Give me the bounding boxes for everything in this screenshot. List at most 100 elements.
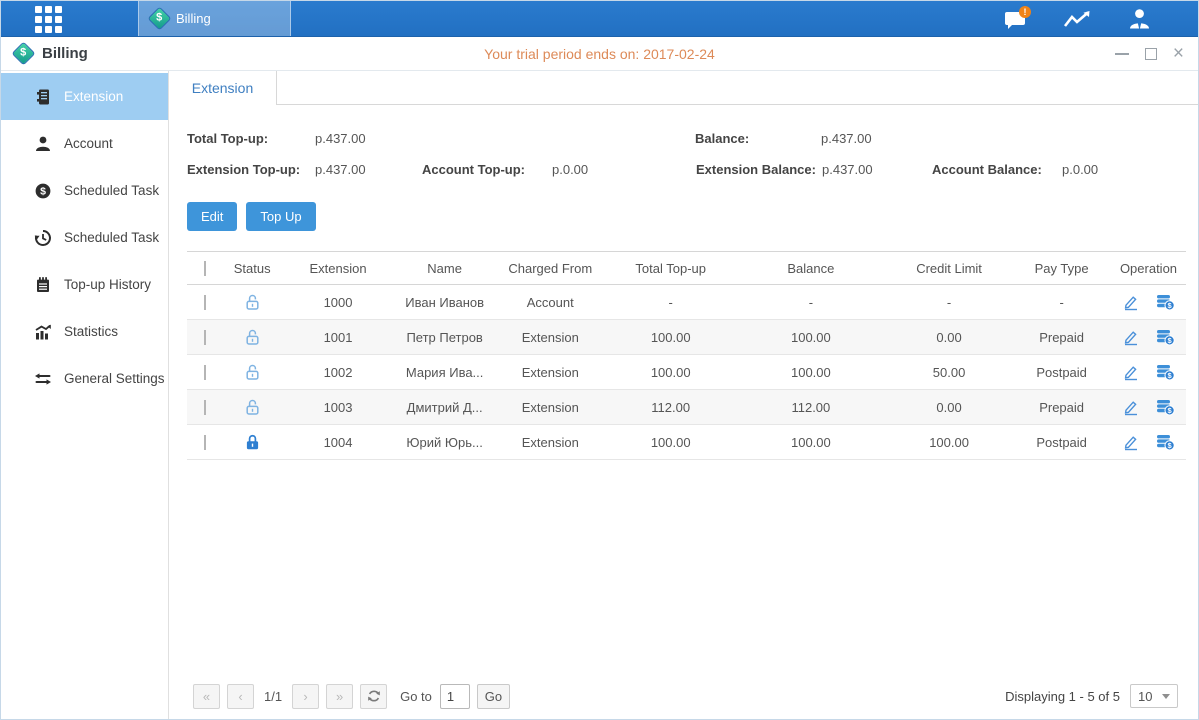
- column-header-total-topup: Total Top-up: [606, 261, 736, 276]
- column-header-name: Name: [394, 261, 495, 276]
- sidebar-item-extension[interactable]: Extension: [1, 73, 168, 120]
- user-account-icon[interactable]: [1127, 7, 1152, 31]
- table-row: 1000Иван ИвановAccount----$: [187, 285, 1186, 320]
- edit-row-icon[interactable]: [1122, 293, 1140, 311]
- sidebar-item-label: Top-up History: [64, 277, 151, 292]
- balance-value: p.437.00: [821, 131, 872, 146]
- sidebar: Extension Account $ Scheduled Task: [1, 71, 169, 719]
- page-size-select[interactable]: 10: [1130, 684, 1178, 708]
- sliders-icon: [34, 370, 52, 388]
- table-row: 1002Мария Ива...Extension100.00100.0050.…: [187, 355, 1186, 390]
- maximize-icon[interactable]: [1145, 48, 1157, 60]
- table-header-row: Status Extension Name Charged From Total…: [187, 252, 1186, 285]
- charged-from-cell: Extension: [495, 365, 606, 380]
- total-topup-cell: 112.00: [606, 400, 736, 415]
- charged-from-cell: Extension: [495, 435, 606, 450]
- row-checkbox[interactable]: [204, 365, 206, 380]
- name-cell: Дмитрий Д...: [394, 400, 495, 415]
- first-page-button[interactable]: «: [193, 684, 220, 709]
- sidebar-item-rate[interactable]: $ Scheduled Task: [1, 167, 168, 214]
- person-icon: [34, 135, 52, 153]
- status-cell: [223, 433, 282, 452]
- account-balance-label: Account Balance:: [932, 162, 1062, 177]
- billing-summary: Total Top-up: p.437.00 Balance: p.437.00…: [187, 123, 1186, 185]
- prev-page-button[interactable]: ‹: [227, 684, 254, 709]
- balance-label: Balance:: [695, 131, 821, 146]
- chevron-down-icon: [1162, 694, 1170, 699]
- dollar-circle-icon: $: [34, 182, 52, 200]
- operation-cell: $: [1111, 433, 1186, 451]
- window-title: Billing: [42, 45, 88, 62]
- row-checkbox[interactable]: [204, 330, 206, 345]
- notification-badge: !: [1019, 6, 1031, 18]
- select-all-checkbox[interactable]: [204, 261, 206, 276]
- tab-strip: Extension: [169, 71, 1198, 105]
- charged-from-cell: Extension: [495, 330, 606, 345]
- sidebar-item-scheduled-task[interactable]: Scheduled Task: [1, 214, 168, 261]
- top-up-row-icon[interactable]: $: [1155, 293, 1175, 311]
- go-button[interactable]: Go: [477, 684, 510, 709]
- extension-cell: 1000: [282, 295, 395, 310]
- operation-cell: $: [1111, 398, 1186, 416]
- account-topup-label: Account Top-up:: [422, 162, 552, 177]
- account-topup-value: p.0.00: [552, 162, 696, 177]
- app-grid-icon[interactable]: [35, 6, 62, 33]
- column-header-status: Status: [223, 261, 282, 276]
- lock-closed-icon: [243, 433, 262, 452]
- extension-cell: 1004: [282, 435, 395, 450]
- column-header-extension: Extension: [282, 261, 395, 276]
- close-icon[interactable]: ×: [1173, 47, 1184, 61]
- row-checkbox[interactable]: [204, 295, 206, 310]
- credit-limit-cell: 0.00: [886, 400, 1012, 415]
- total-topup-value: p.437.00: [315, 131, 695, 146]
- tab-extension[interactable]: Extension: [169, 71, 277, 105]
- edit-row-icon[interactable]: [1122, 363, 1140, 381]
- sidebar-item-label: Extension: [64, 89, 123, 104]
- top-up-row-icon[interactable]: $: [1155, 398, 1175, 416]
- refresh-button[interactable]: [360, 684, 387, 709]
- total-topup-cell: -: [606, 295, 736, 310]
- column-header-credit-limit: Credit Limit: [886, 261, 1012, 276]
- sidebar-item-label: Statistics: [64, 324, 118, 339]
- next-page-button[interactable]: ›: [292, 684, 319, 709]
- charged-from-cell: Account: [495, 295, 606, 310]
- credit-limit-cell: 50.00: [886, 365, 1012, 380]
- extension-cell: 1001: [282, 330, 395, 345]
- pay-type-cell: Prepaid: [1012, 330, 1111, 345]
- edit-row-icon[interactable]: [1122, 328, 1140, 346]
- extension-topup-label: Extension Top-up:: [187, 162, 315, 177]
- sidebar-item-account[interactable]: Account: [1, 120, 168, 167]
- top-up-button[interactable]: Top Up: [246, 202, 315, 231]
- svg-text:$: $: [40, 185, 46, 197]
- top-up-row-icon[interactable]: $: [1155, 363, 1175, 381]
- minimize-icon[interactable]: [1115, 53, 1129, 55]
- sidebar-item-general-settings[interactable]: General Settings: [1, 355, 168, 402]
- page-indicator: 1/1: [264, 689, 282, 704]
- notifications-icon[interactable]: !: [1005, 9, 1029, 28]
- extension-balance-value: p.437.00: [822, 162, 932, 177]
- billing-dollar-diamond-icon: $: [11, 41, 35, 65]
- edit-button[interactable]: Edit: [187, 202, 237, 231]
- sidebar-item-topup-history[interactable]: Top-up History: [1, 261, 168, 308]
- edit-row-icon[interactable]: [1122, 433, 1140, 451]
- lock-open-icon: [243, 398, 262, 417]
- column-header-operation: Operation: [1111, 261, 1186, 276]
- top-up-row-icon[interactable]: $: [1155, 433, 1175, 451]
- goto-page-input[interactable]: [440, 684, 470, 709]
- pay-type-cell: Postpaid: [1012, 365, 1111, 380]
- lock-open-icon: [243, 363, 262, 382]
- sidebar-item-statistics[interactable]: Statistics: [1, 308, 168, 355]
- resource-monitor-icon[interactable]: [1063, 8, 1093, 30]
- table-row: 1003Дмитрий Д...Extension112.00112.000.0…: [187, 390, 1186, 425]
- name-cell: Петр Петров: [394, 330, 495, 345]
- top-up-row-icon[interactable]: $: [1155, 328, 1175, 346]
- lock-open-icon: [243, 293, 262, 312]
- taskbar-tab-billing[interactable]: $ Billing: [138, 1, 291, 36]
- name-cell: Иван Иванов: [394, 295, 495, 310]
- pagination-bar: « ‹ 1/1 › » Go to Go: [187, 681, 1186, 711]
- last-page-button[interactable]: »: [326, 684, 353, 709]
- row-checkbox[interactable]: [204, 400, 206, 415]
- sidebar-item-label: General Settings: [64, 371, 165, 386]
- row-checkbox[interactable]: [204, 435, 206, 450]
- edit-row-icon[interactable]: [1122, 398, 1140, 416]
